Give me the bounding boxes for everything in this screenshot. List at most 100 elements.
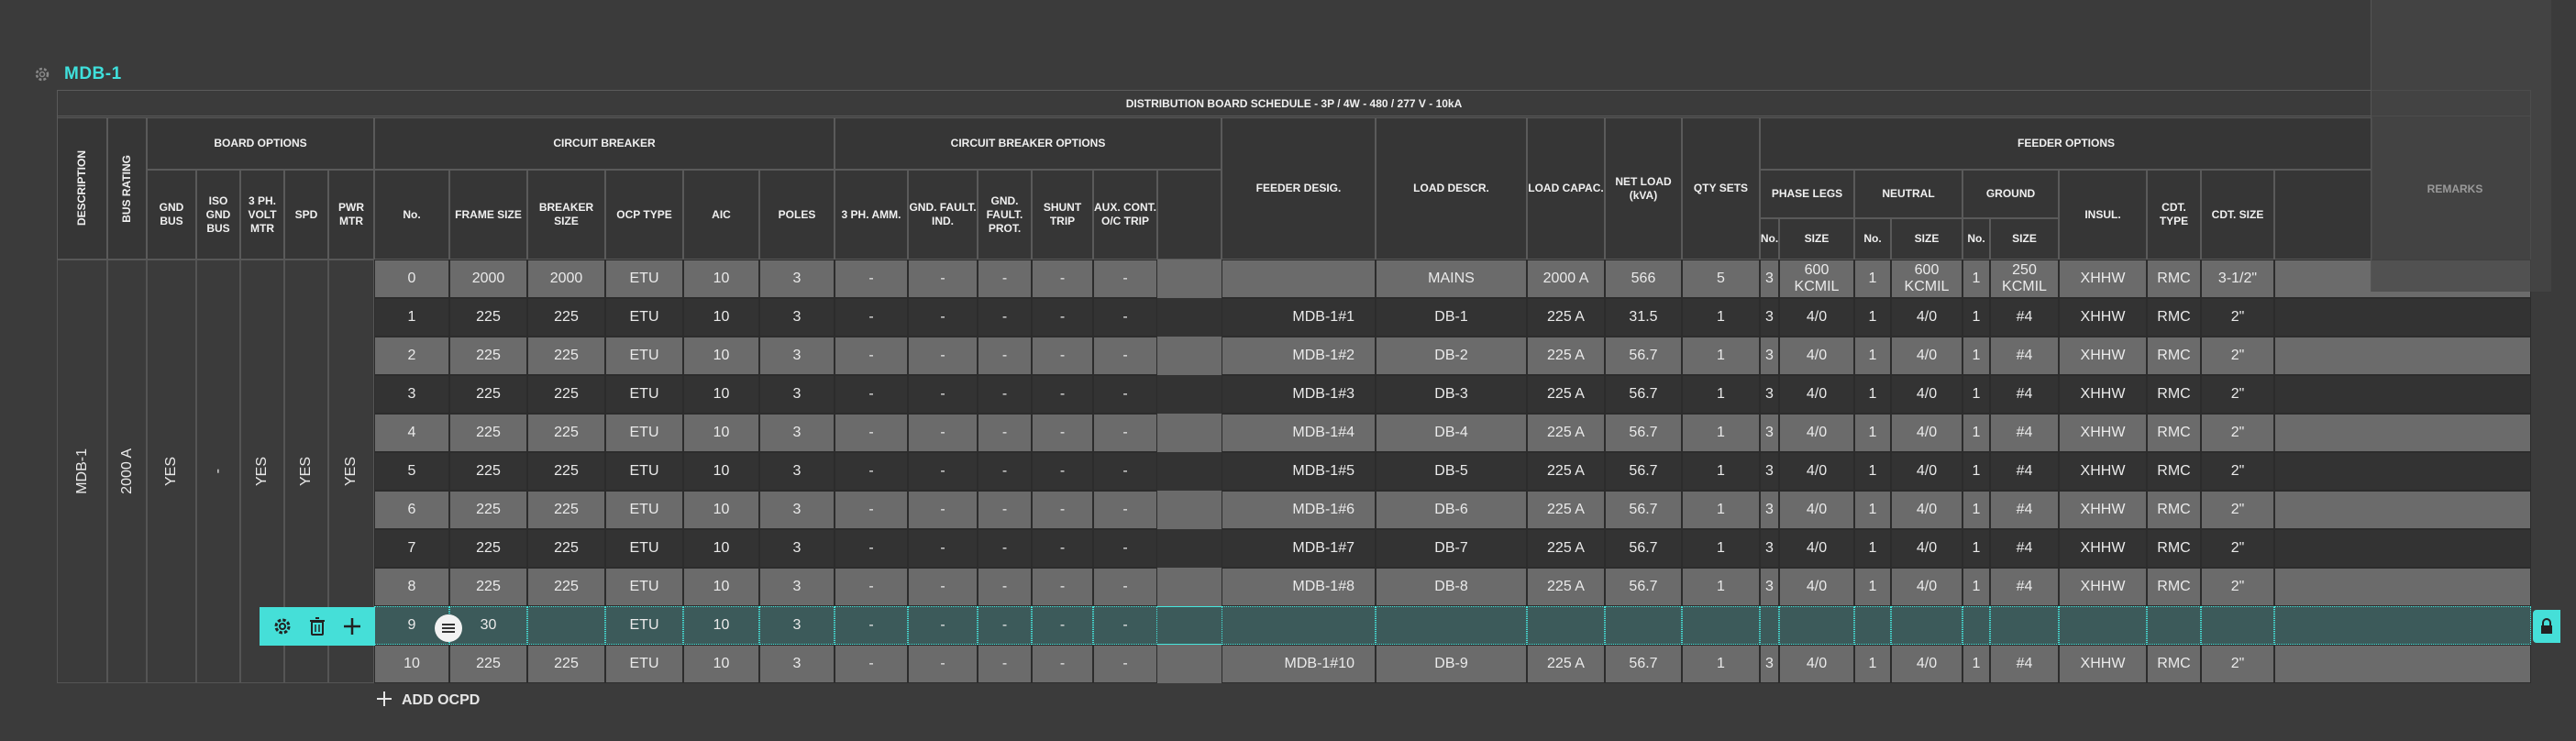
table-cell[interactable]: - xyxy=(835,337,908,375)
table-cell[interactable]: 225 xyxy=(449,529,527,568)
table-cell[interactable]: - xyxy=(978,645,1032,683)
table-cell[interactable]: 225 A xyxy=(1527,414,1605,452)
table-cell[interactable]: #4 xyxy=(1990,491,2059,529)
table-cell[interactable]: - xyxy=(908,414,978,452)
table-cell[interactable]: XHHW xyxy=(2059,645,2147,683)
table-cell[interactable]: 225 A xyxy=(1527,529,1605,568)
table-cell[interactable]: 225 xyxy=(449,337,527,375)
trash-icon[interactable] xyxy=(304,613,331,640)
table-cell[interactable]: RMC xyxy=(2147,568,2201,606)
table-cell[interactable]: - xyxy=(908,606,978,645)
table-cell[interactable]: - xyxy=(908,529,978,568)
lock-icon[interactable] xyxy=(2533,610,2560,643)
table-cell[interactable]: 4/0 xyxy=(1891,645,1962,683)
table-cell[interactable]: 1 xyxy=(1962,568,1990,606)
table-cell[interactable]: 225 xyxy=(449,452,527,491)
table-cell[interactable]: - xyxy=(1093,606,1157,645)
table-cell[interactable]: ETU xyxy=(605,568,683,606)
table-cell[interactable]: 3 xyxy=(759,645,835,683)
table-cell[interactable]: 3 xyxy=(1760,260,1779,298)
table-cell[interactable]: 2000 A xyxy=(1527,260,1605,298)
table-cell[interactable]: 10 xyxy=(374,645,449,683)
table-cell[interactable]: ETU xyxy=(605,491,683,529)
table-cell[interactable]: XHHW xyxy=(2059,260,2147,298)
gear-icon[interactable] xyxy=(269,613,296,640)
table-cell[interactable]: 10 xyxy=(683,414,759,452)
table-cell[interactable]: #4 xyxy=(1990,414,2059,452)
table-cell[interactable]: ETU xyxy=(605,452,683,491)
table-cell[interactable]: MDB-1#3 xyxy=(1222,375,1376,414)
table-cell[interactable]: 10 xyxy=(683,568,759,606)
table-cell[interactable]: 1 xyxy=(1962,337,1990,375)
table-cell[interactable]: - xyxy=(835,375,908,414)
table-cell[interactable]: - xyxy=(1032,260,1093,298)
table-cell[interactable]: 1 xyxy=(1682,414,1760,452)
table-cell[interactable]: 3-1/2" xyxy=(2201,260,2274,298)
table-cell[interactable]: 10 xyxy=(683,529,759,568)
table-cell[interactable]: RMC xyxy=(2147,414,2201,452)
table-cell[interactable]: - xyxy=(1093,260,1157,298)
table-cell[interactable]: - xyxy=(978,260,1032,298)
table-cell[interactable]: 225 xyxy=(449,414,527,452)
table-cell[interactable] xyxy=(1779,606,1854,645)
table-cell[interactable]: 566 xyxy=(1605,260,1682,298)
table-cell[interactable]: DB-4 xyxy=(1376,414,1527,452)
table-cell[interactable]: 4/0 xyxy=(1891,414,1962,452)
table-cell[interactable]: ETU xyxy=(605,298,683,337)
table-cell[interactable]: 4/0 xyxy=(1779,568,1854,606)
table-cell[interactable]: - xyxy=(1093,645,1157,683)
table-cell[interactable] xyxy=(2201,606,2274,645)
table-cell[interactable]: 225 xyxy=(449,298,527,337)
table-cell[interactable]: 56.7 xyxy=(1605,491,1682,529)
table-cell[interactable]: 4/0 xyxy=(1779,491,1854,529)
merged-description[interactable]: MDB-1 xyxy=(57,260,107,683)
table-cell[interactable]: 225 xyxy=(527,645,605,683)
table-cell[interactable] xyxy=(1682,606,1760,645)
plus-icon[interactable] xyxy=(338,613,366,640)
table-cell[interactable]: MAINS xyxy=(1376,260,1527,298)
table-cell[interactable]: MDB-1#8 xyxy=(1222,568,1376,606)
table-cell[interactable]: 1 xyxy=(1854,260,1891,298)
table-cell[interactable]: 3 xyxy=(1760,568,1779,606)
table-cell[interactable]: 225 xyxy=(527,414,605,452)
table-cell[interactable]: #4 xyxy=(1990,298,2059,337)
table-cell[interactable] xyxy=(1605,606,1682,645)
table-cell[interactable]: #4 xyxy=(1990,375,2059,414)
table-cell[interactable] xyxy=(1222,260,1376,298)
table-cell[interactable]: 225 A xyxy=(1527,337,1605,375)
table-cell[interactable]: 10 xyxy=(683,260,759,298)
table-cell[interactable]: 2" xyxy=(2201,414,2274,452)
table-cell[interactable]: 3 xyxy=(759,491,835,529)
table-cell[interactable]: XHHW xyxy=(2059,452,2147,491)
table-cell[interactable]: - xyxy=(1032,375,1093,414)
table-cell[interactable]: 2" xyxy=(2201,337,2274,375)
table-cell[interactable]: 1 xyxy=(374,298,449,337)
table-cell[interactable]: 56.7 xyxy=(1605,337,1682,375)
table-cell[interactable]: 225 A xyxy=(1527,298,1605,337)
table-cell[interactable]: - xyxy=(1032,491,1093,529)
table-cell[interactable]: 4/0 xyxy=(1891,568,1962,606)
table-cell[interactable]: 4 xyxy=(374,414,449,452)
table-cell-blank[interactable] xyxy=(2274,491,2531,529)
table-cell[interactable]: MDB-1#5 xyxy=(1222,452,1376,491)
table-cell[interactable]: 3 xyxy=(1760,452,1779,491)
table-cell[interactable]: 3 xyxy=(759,529,835,568)
table-cell[interactable]: 3 xyxy=(1760,298,1779,337)
table-cell[interactable]: MDB-1#7 xyxy=(1222,529,1376,568)
table-cell[interactable]: XHHW xyxy=(2059,491,2147,529)
table-cell[interactable]: 225 xyxy=(449,568,527,606)
table-cell[interactable]: 3 xyxy=(759,606,835,645)
table-cell[interactable]: DB-6 xyxy=(1376,491,1527,529)
table-cell[interactable]: 225 xyxy=(527,337,605,375)
table-cell[interactable]: XHHW xyxy=(2059,337,2147,375)
table-cell[interactable]: - xyxy=(835,260,908,298)
table-cell[interactable]: - xyxy=(1093,414,1157,452)
table-cell[interactable]: 2" xyxy=(2201,645,2274,683)
table-cell[interactable]: 10 xyxy=(683,606,759,645)
table-cell[interactable]: RMC xyxy=(2147,375,2201,414)
table-cell[interactable]: 1 xyxy=(1854,452,1891,491)
table-cell[interactable]: #4 xyxy=(1990,568,2059,606)
table-cell[interactable]: 2 xyxy=(374,337,449,375)
table-cell[interactable]: - xyxy=(835,645,908,683)
table-cell-blank[interactable] xyxy=(2274,606,2531,645)
